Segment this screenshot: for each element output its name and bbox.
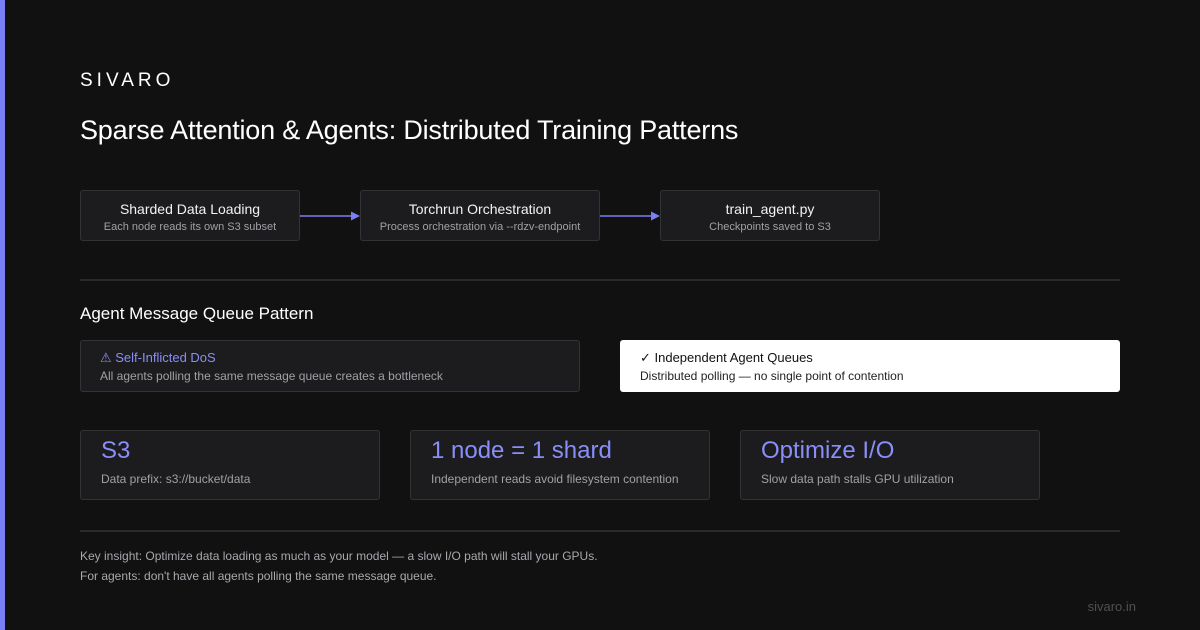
anti-pattern-title: ⚠ Self-Inflicted DoS <box>100 350 216 365</box>
stat-card-node-shard: 1 node = 1 shard Independent reads avoid… <box>410 430 710 500</box>
anti-pattern-description: All agents polling the same message queu… <box>100 369 443 383</box>
stat-value: 1 node = 1 shard <box>431 437 612 464</box>
accent-bar <box>0 0 5 630</box>
footer-insight: Key insight: Optimize data loading as mu… <box>80 549 598 563</box>
pipeline-step-title: train_agent.py <box>725 201 815 217</box>
pipeline-arrow-2 <box>600 211 660 221</box>
queue-section-title: Agent Message Queue Pattern <box>80 304 314 323</box>
pipeline-step-train-agent: train_agent.py Checkpoints saved to S3 <box>660 190 880 241</box>
stat-card-optimize-io: Optimize I/O Slow data path stalls GPU u… <box>740 430 1040 500</box>
footer-divider <box>80 530 1120 532</box>
recommended-pattern-title: ✓ Independent Agent Queues <box>640 350 813 365</box>
recommended-pattern-card: ✓ Independent Agent Queues Distributed p… <box>620 340 1120 392</box>
pipeline-arrow-1 <box>300 211 360 221</box>
pipeline-step-title: Torchrun Orchestration <box>408 201 552 217</box>
stat-description: Independent reads avoid filesystem conte… <box>431 472 679 486</box>
recommended-pattern-description: Distributed polling — no single point of… <box>640 369 904 383</box>
pipeline-step-subtitle: Checkpoints saved to S3 <box>709 221 831 233</box>
pipeline-step-title: Sharded Data Loading <box>119 201 261 217</box>
stat-card-s3: S3 Data prefix: s3://bucket/data <box>80 430 380 500</box>
stat-description: Slow data path stalls GPU utilization <box>761 472 954 486</box>
pipeline-step-sharded-data-loading: Sharded Data Loading Each node reads its… <box>80 190 300 241</box>
pipeline-step-subtitle: Each node reads its own S3 subset <box>103 221 277 233</box>
stat-value: S3 <box>101 437 131 464</box>
pipeline-step-subtitle: Process orchestration via --rdzv-endpoin… <box>379 221 581 233</box>
page-title: Sparse Attention & Agents: Distributed T… <box>80 115 739 145</box>
section-divider <box>80 279 1120 281</box>
footer-agents-note: For agents: don't have all agents pollin… <box>80 569 437 583</box>
brand-logo: SIVARO <box>80 70 175 91</box>
anti-pattern-card: ⚠ Self-Inflicted DoS All agents polling … <box>80 340 580 392</box>
stat-description: Data prefix: s3://bucket/data <box>101 472 251 486</box>
site-url: sivaro.in <box>1087 599 1136 614</box>
pipeline-step-torchrun-orchestration: Torchrun Orchestration Process orchestra… <box>360 190 600 241</box>
stat-value: Optimize I/O <box>761 437 895 464</box>
